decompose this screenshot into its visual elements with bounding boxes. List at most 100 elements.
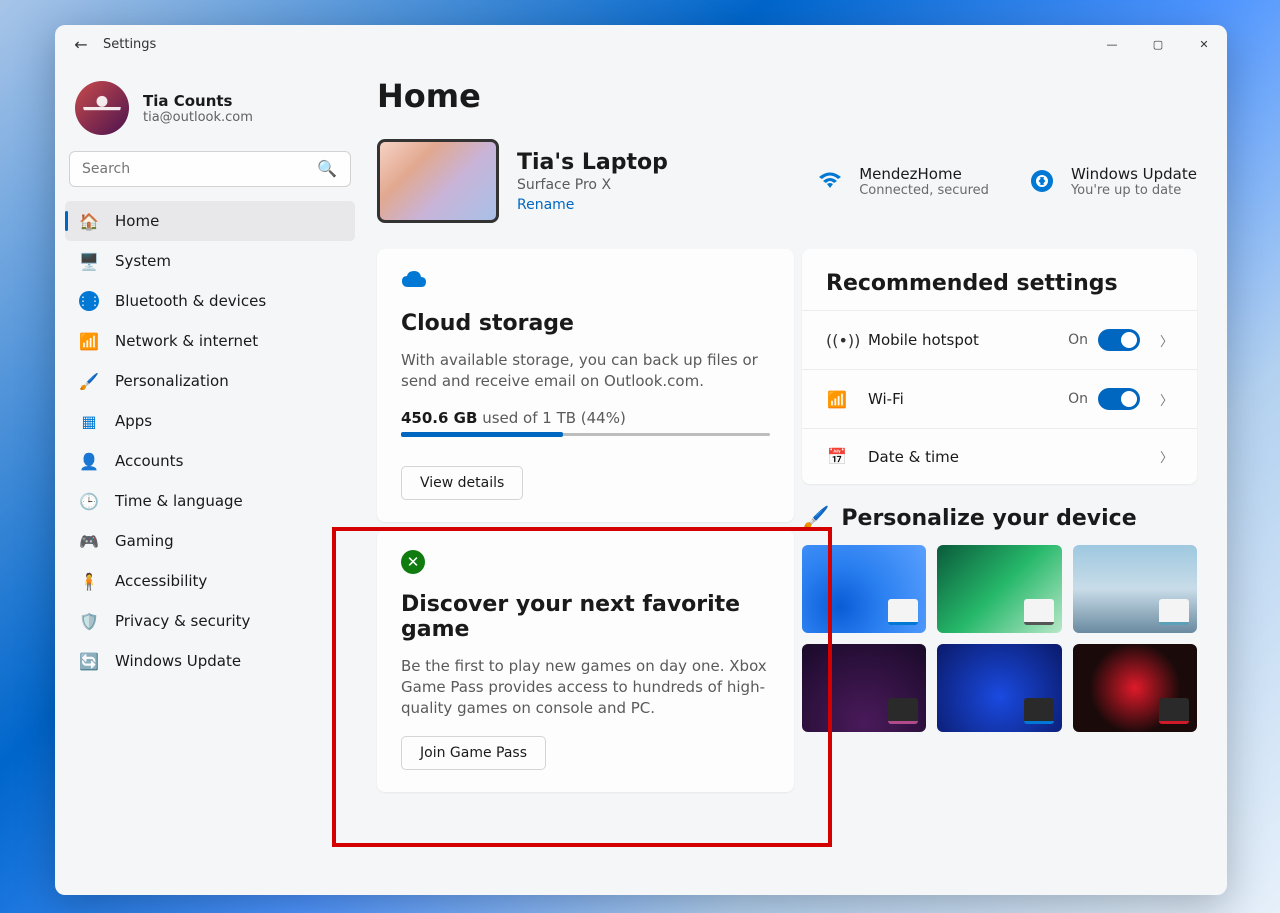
gamepad-icon: 🎮 — [79, 531, 99, 551]
user-account-row[interactable]: Tia Counts tia@outlook.com — [65, 73, 355, 151]
cards-grid: Cloud storage With available storage, yo… — [377, 249, 1197, 800]
recommended-settings-card: Recommended settings ((•)) Mobile hotspo… — [802, 249, 1197, 484]
hotspot-toggle[interactable] — [1098, 329, 1140, 351]
wifi-ssid: MendezHome — [859, 165, 989, 183]
status-chips: MendezHome Connected, secured Windows Up… — [817, 165, 1197, 198]
view-details-button[interactable]: View details — [401, 466, 523, 500]
titlebar: ← Settings — ▢ ✕ — [55, 25, 1227, 63]
main-content: Home Tia's Laptop Surface Pro X Rename M… — [365, 63, 1227, 895]
join-gamepass-button[interactable]: Join Game Pass — [401, 736, 546, 770]
wifi-status-icon — [817, 168, 843, 194]
system-icon: 🖥️ — [79, 251, 99, 271]
wifi-state: On — [1068, 391, 1088, 407]
theme-grid — [802, 545, 1197, 732]
user-name: Tia Counts — [143, 92, 253, 110]
setting-row-wifi[interactable]: 📶 Wi-Fi On 〉 — [802, 369, 1197, 428]
person-icon: 👤 — [79, 451, 99, 471]
xbox-icon: ✕ — [401, 550, 770, 574]
storage-usage-text: 450.6 GB used of 1 TB (44%) — [401, 409, 770, 427]
sidebar-item-system[interactable]: 🖥️System — [65, 241, 355, 281]
brush-icon: 🖌️ — [79, 371, 99, 391]
theme-tile-5[interactable] — [937, 644, 1061, 732]
wifi-label: Wi-Fi — [868, 390, 1048, 408]
cloud-icon — [401, 269, 770, 293]
close-button[interactable]: ✕ — [1181, 25, 1227, 63]
wifi-toggle-group: On — [1068, 388, 1140, 410]
sidebar-item-personalization[interactable]: 🖌️Personalization — [65, 361, 355, 401]
chevron-right-icon: 〉 — [1160, 331, 1173, 350]
calendar-icon: 📅 — [826, 447, 848, 466]
theme-tile-3[interactable] — [1073, 545, 1197, 633]
recommended-title: Recommended settings — [826, 271, 1173, 296]
gamepass-title: Discover your next favorite game — [401, 592, 770, 642]
sidebar-item-home[interactable]: 🏠Home — [65, 201, 355, 241]
wifi-substatus: Connected, secured — [859, 183, 989, 198]
page-title: Home — [377, 77, 1197, 115]
theme-tile-1[interactable] — [802, 545, 926, 633]
theme-tile-6[interactable] — [1073, 644, 1197, 732]
device-name: Tia's Laptop — [517, 150, 668, 175]
gamepass-desc: Be the first to play new games on day on… — [401, 656, 770, 718]
personalize-section: 🖌️ Personalize your device — [802, 506, 1197, 732]
sidebar-item-windows-update[interactable]: 🔄Windows Update — [65, 641, 355, 681]
wifi-toggle[interactable] — [1098, 388, 1140, 410]
theme-tile-4[interactable] — [802, 644, 926, 732]
sidebar-item-gaming[interactable]: 🎮Gaming — [65, 521, 355, 561]
rename-link[interactable]: Rename — [517, 197, 574, 213]
maximize-button[interactable]: ▢ — [1135, 25, 1181, 63]
app-title: Settings — [103, 37, 156, 52]
back-button[interactable]: ← — [67, 35, 95, 54]
setting-row-datetime[interactable]: 📅 Date & time 〉 — [802, 428, 1197, 484]
window-controls: — ▢ ✕ — [1089, 25, 1227, 63]
update-title: Windows Update — [1071, 165, 1197, 183]
sidebar-item-accessibility[interactable]: 🧍Accessibility — [65, 561, 355, 601]
update-substatus: You're up to date — [1071, 183, 1197, 198]
home-icon: 🏠 — [79, 211, 99, 231]
hotspot-icon: ((•)) — [826, 331, 848, 350]
wifi-icon: 📶 — [79, 331, 99, 351]
device-model: Surface Pro X — [517, 177, 668, 193]
hotspot-label: Mobile hotspot — [868, 331, 1048, 349]
chevron-right-icon: 〉 — [1160, 447, 1173, 466]
search-wrap: 🔍 — [65, 151, 355, 201]
recommended-header: Recommended settings — [802, 249, 1197, 310]
avatar — [75, 81, 129, 135]
personalize-header: 🖌️ Personalize your device — [802, 506, 1197, 531]
update-status-chip[interactable]: Windows Update You're up to date — [1029, 165, 1197, 198]
sidebar-item-apps[interactable]: ▦Apps — [65, 401, 355, 441]
datetime-label: Date & time — [868, 448, 1140, 466]
wifi-status-chip[interactable]: MendezHome Connected, secured — [817, 165, 989, 198]
cloud-storage-title: Cloud storage — [401, 311, 770, 336]
storage-progress-track — [401, 433, 770, 436]
settings-window: ← Settings — ▢ ✕ Tia Counts tia@outlook.… — [55, 25, 1227, 895]
apps-icon: ▦ — [79, 411, 99, 431]
user-email: tia@outlook.com — [143, 110, 253, 125]
clock-icon: 🕒 — [79, 491, 99, 511]
sidebar-item-time-language[interactable]: 🕒Time & language — [65, 481, 355, 521]
gamepass-card: ✕ Discover your next favorite game Be th… — [377, 530, 794, 792]
body: Tia Counts tia@outlook.com 🔍 🏠Home 🖥️Sys… — [55, 63, 1227, 895]
storage-progress-fill — [401, 432, 563, 437]
sidebar: Tia Counts tia@outlook.com 🔍 🏠Home 🖥️Sys… — [55, 63, 365, 895]
search-input[interactable] — [69, 151, 351, 187]
sidebar-item-accounts[interactable]: 👤Accounts — [65, 441, 355, 481]
paint-icon: 🖌️ — [802, 506, 829, 531]
cloud-storage-card: Cloud storage With available storage, yo… — [377, 249, 794, 522]
update-status-icon — [1029, 168, 1055, 194]
sync-icon: 🔄 — [79, 651, 99, 671]
sidebar-item-bluetooth[interactable]: ⋮⋮Bluetooth & devices — [65, 281, 355, 321]
right-column: Recommended settings ((•)) Mobile hotspo… — [802, 249, 1197, 732]
cloud-storage-desc: With available storage, you can back up … — [401, 350, 770, 391]
hotspot-state: On — [1068, 332, 1088, 348]
sidebar-item-network[interactable]: 📶Network & internet — [65, 321, 355, 361]
personalize-title: Personalize your device — [841, 506, 1136, 531]
device-info-row: Tia's Laptop Surface Pro X Rename Mendez… — [377, 139, 1197, 223]
setting-row-hotspot[interactable]: ((•)) Mobile hotspot On 〉 — [802, 310, 1197, 369]
bluetooth-icon: ⋮⋮ — [79, 291, 99, 311]
minimize-button[interactable]: — — [1089, 25, 1135, 63]
sidebar-item-privacy[interactable]: 🛡️Privacy & security — [65, 601, 355, 641]
left-column: Cloud storage With available storage, yo… — [377, 249, 794, 800]
theme-tile-2[interactable] — [937, 545, 1061, 633]
accessibility-icon: 🧍 — [79, 571, 99, 591]
shield-icon: 🛡️ — [79, 611, 99, 631]
